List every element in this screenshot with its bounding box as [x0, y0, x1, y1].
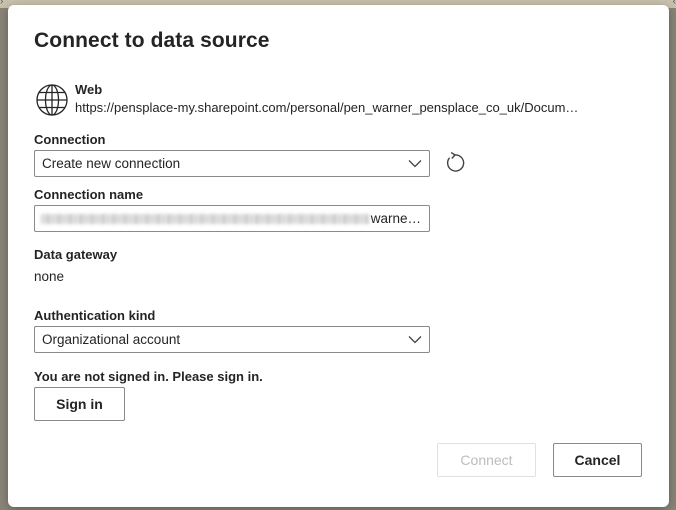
cancel-button[interactable]: Cancel	[553, 443, 642, 477]
connection-label: Connection	[34, 132, 106, 147]
connection-dropdown[interactable]: Create new connection	[34, 150, 430, 177]
authentication-kind-label: Authentication kind	[34, 308, 156, 323]
redacted-text	[41, 214, 369, 224]
signin-message: You are not signed in. Please sign in.	[34, 369, 263, 384]
globe-icon	[36, 84, 68, 116]
sign-in-button[interactable]: Sign in	[34, 387, 125, 421]
connect-dialog: Connect to data source Web https://pensp…	[8, 5, 669, 507]
data-source-info: Web https://pensplace-my.sharepoint.com/…	[35, 80, 655, 124]
background-glyph-right: ‹	[672, 0, 676, 7]
background-glyph-left: ›	[0, 0, 4, 7]
connection-name-input[interactable]: warne…	[34, 205, 430, 232]
source-url: https://pensplace-my.sharepoint.com/pers…	[75, 100, 579, 115]
dialog-title: Connect to data source	[34, 29, 270, 52]
connect-button[interactable]: Connect	[437, 443, 536, 477]
connection-name-value: warne…	[370, 211, 421, 226]
refresh-icon[interactable]	[443, 151, 467, 175]
authentication-kind-dropdown[interactable]: Organizational account	[34, 326, 430, 353]
chevron-down-icon	[408, 336, 422, 344]
data-gateway-value: none	[34, 269, 65, 284]
authentication-kind-value: Organizational account	[42, 332, 181, 347]
connection-dropdown-value: Create new connection	[42, 156, 181, 171]
connection-name-label: Connection name	[34, 187, 144, 202]
chevron-down-icon	[408, 160, 422, 168]
source-type: Web	[75, 82, 103, 97]
data-gateway-label: Data gateway	[34, 247, 118, 262]
